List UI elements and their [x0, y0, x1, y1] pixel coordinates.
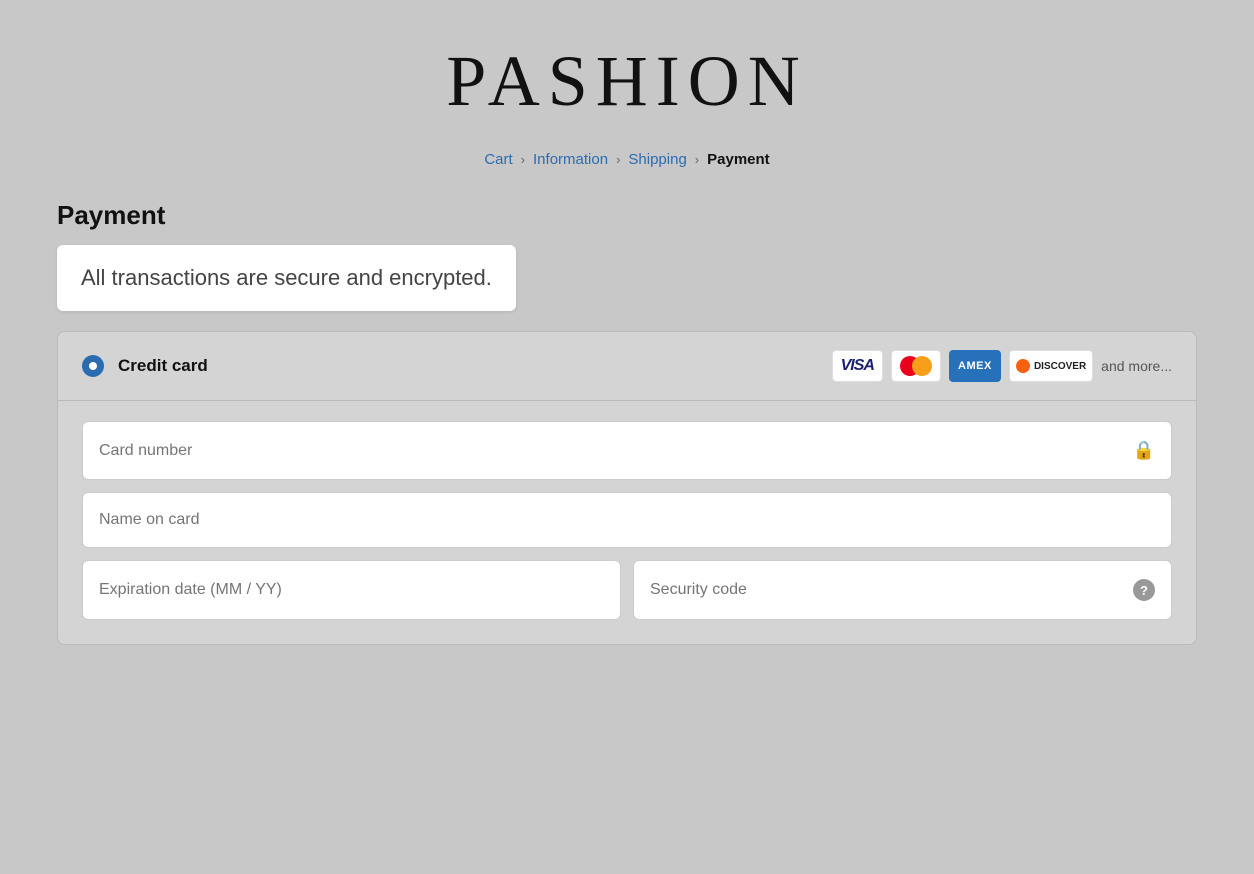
- page-container: Payment All transactions are secure and …: [57, 200, 1197, 645]
- and-more-text: and more...: [1101, 358, 1172, 374]
- mastercard-orange-circle: [912, 356, 932, 376]
- secure-banner: All transactions are secure and encrypte…: [57, 245, 516, 311]
- breadcrumb: Cart › Information › Shipping › Payment: [484, 151, 769, 168]
- payment-card-container: Credit card VISA AMEX DISCOVER and more.…: [57, 331, 1197, 645]
- expiry-input[interactable]: [99, 581, 604, 599]
- security-code-field[interactable]: ?: [633, 560, 1172, 620]
- breadcrumb-chevron: ›: [616, 152, 620, 167]
- mastercard-circles: [900, 356, 932, 376]
- discover-label: DISCOVER: [1034, 361, 1086, 372]
- card-number-field[interactable]: 🔒: [82, 421, 1172, 480]
- amex-icon: AMEX: [949, 350, 1001, 382]
- payment-title: Payment: [57, 200, 1197, 231]
- credit-card-left: Credit card: [82, 355, 208, 377]
- site-logo: PASHION: [446, 40, 807, 123]
- lock-icon: 🔒: [1133, 440, 1155, 461]
- breadcrumb-payment: Payment: [707, 151, 770, 168]
- breadcrumb-chevron: ›: [695, 152, 699, 167]
- security-code-input[interactable]: [650, 581, 1133, 599]
- breadcrumb-cart[interactable]: Cart: [484, 151, 512, 168]
- secure-banner-text: All transactions are secure and encrypte…: [81, 265, 492, 290]
- card-form: 🔒 ?: [58, 401, 1196, 644]
- name-on-card-field[interactable]: [82, 492, 1172, 548]
- radio-inner-dot: [89, 362, 97, 370]
- mastercard-icon: [891, 350, 941, 382]
- expiry-field[interactable]: [82, 560, 621, 620]
- name-on-card-input[interactable]: [99, 511, 1155, 529]
- card-number-input[interactable]: [99, 442, 1133, 460]
- help-icon[interactable]: ?: [1133, 579, 1155, 601]
- discover-dot: [1016, 359, 1030, 373]
- credit-card-label: Credit card: [118, 356, 208, 376]
- visa-icon: VISA: [832, 350, 883, 382]
- breadcrumb-information[interactable]: Information: [533, 151, 608, 168]
- credit-card-header: Credit card VISA AMEX DISCOVER and more.…: [58, 332, 1196, 401]
- card-icons: VISA AMEX DISCOVER and more...: [832, 350, 1172, 382]
- breadcrumb-chevron: ›: [521, 152, 525, 167]
- discover-icon: DISCOVER: [1009, 350, 1093, 382]
- breadcrumb-shipping[interactable]: Shipping: [628, 151, 686, 168]
- bottom-row: ?: [82, 560, 1172, 620]
- radio-selected[interactable]: [82, 355, 104, 377]
